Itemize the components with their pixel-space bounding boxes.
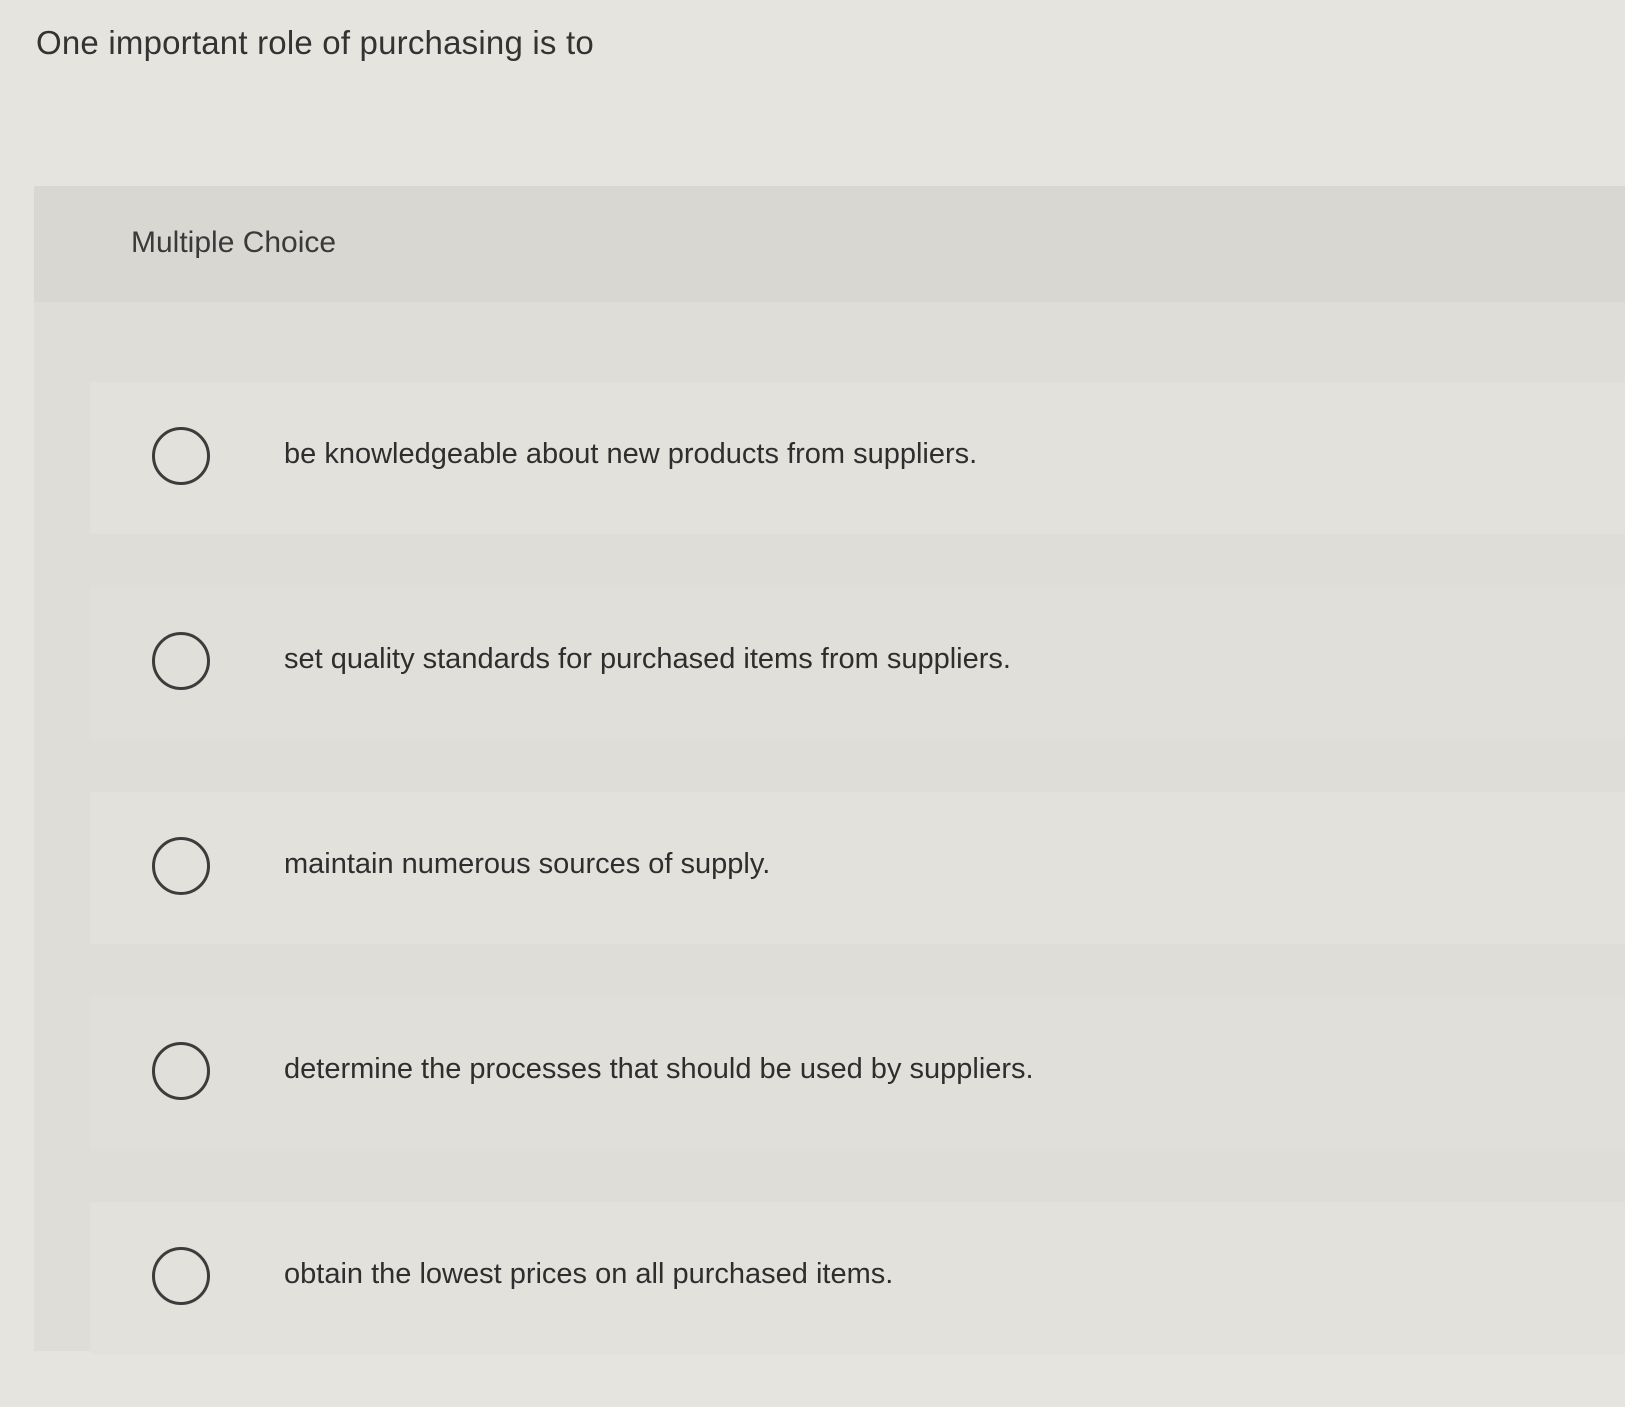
answer-choice-label: obtain the lowest prices on all purchase… <box>284 1258 894 1290</box>
answer-choices-list: be knowledgeable about new products from… <box>90 382 1625 1407</box>
answer-choice-3[interactable]: maintain numerous sources of supply. <box>90 792 1625 944</box>
answer-choice-2[interactable]: set quality standards for purchased item… <box>90 587 1625 739</box>
question-type-label: Multiple Choice <box>131 226 337 259</box>
question-prompt: One important role of purchasing is to <box>36 24 594 61</box>
answer-choice-label: determine the processes that should be u… <box>284 1053 1034 1085</box>
radio-button-icon[interactable] <box>152 1247 210 1305</box>
radio-button-icon[interactable] <box>152 1042 210 1100</box>
answer-choice-1[interactable]: be knowledgeable about new products from… <box>90 382 1625 534</box>
answer-choice-label: maintain numerous sources of supply. <box>284 848 771 880</box>
multiple-choice-panel: Multiple Choice be knowledgeable about n… <box>34 186 1625 1354</box>
answer-choice-label: set quality standards for purchased item… <box>284 643 1011 675</box>
radio-button-icon[interactable] <box>152 837 210 895</box>
radio-button-icon[interactable] <box>152 632 210 690</box>
panel-header: Multiple Choice <box>34 186 1625 302</box>
radio-button-icon[interactable] <box>152 427 210 485</box>
answer-choice-5[interactable]: obtain the lowest prices on all purchase… <box>90 1202 1625 1354</box>
answer-choice-4[interactable]: determine the processes that should be u… <box>90 997 1625 1149</box>
answer-choice-label: be knowledgeable about new products from… <box>284 438 978 470</box>
